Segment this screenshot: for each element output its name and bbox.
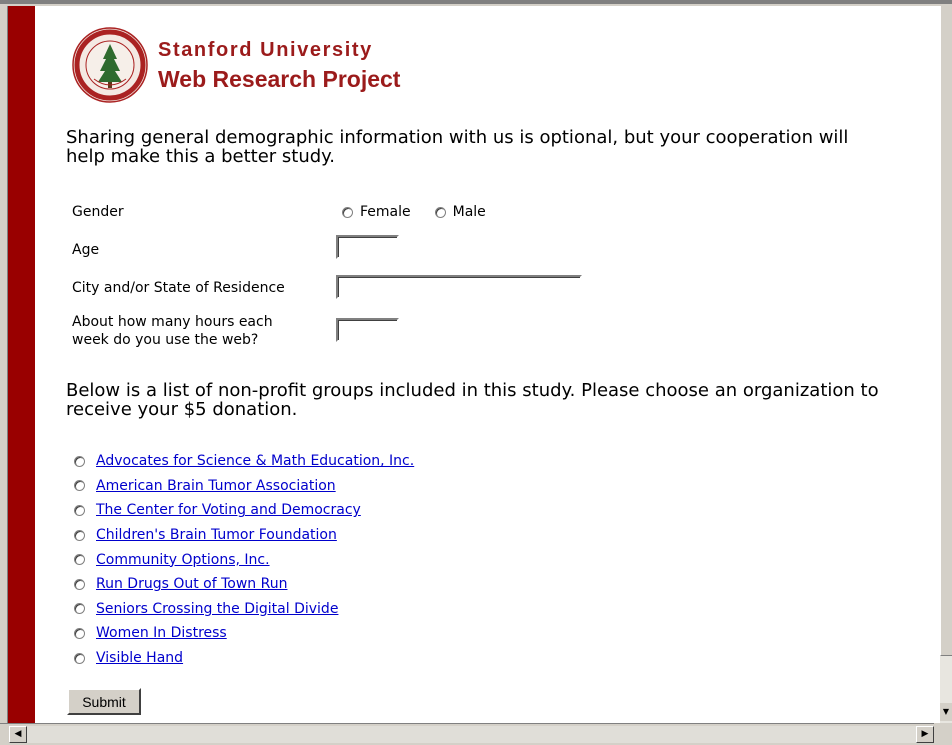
gender-female-label: Female <box>360 204 411 220</box>
organization-list: Advocates for Science & Math Education, … <box>74 449 414 670</box>
organization-link[interactable]: Community Options, Inc. <box>96 552 270 568</box>
list-item: The Center for Voting and Democracy <box>74 498 414 523</box>
list-item: Community Options, Inc. <box>74 547 414 572</box>
organization-radio[interactable] <box>74 529 85 541</box>
list-item: Visible Hand <box>74 646 414 671</box>
scroll-left-arrow-icon[interactable]: ◀ <box>9 726 27 743</box>
list-item: Advocates for Science & Math Education, … <box>74 449 414 474</box>
organization-link[interactable]: Visible Hand <box>96 650 183 666</box>
organization-radio[interactable] <box>74 627 85 639</box>
organization-link[interactable]: Children's Brain Tumor Foundation <box>96 527 337 543</box>
age-input[interactable] <box>336 235 399 259</box>
city-state-label: City and/or State of Residence <box>72 280 285 296</box>
vertical-scrollbar[interactable]: ▼ <box>940 6 952 723</box>
web-hours-input[interactable] <box>336 318 399 342</box>
list-item: Children's Brain Tumor Foundation <box>74 523 414 548</box>
submit-button[interactable]: Submit <box>67 688 141 715</box>
list-item: Run Drugs Out of Town Run <box>74 572 414 597</box>
organization-radio[interactable] <box>74 554 85 566</box>
gender-radio-group: Female Male <box>342 204 510 220</box>
list-item: Seniors Crossing the Digital Divide <box>74 597 414 622</box>
window-left-border <box>0 6 8 745</box>
organization-radio[interactable] <box>74 652 85 664</box>
web-hours-label-line1: About how many hours each <box>72 314 273 330</box>
list-item: Women In Distress <box>74 621 414 646</box>
organization-radio[interactable] <box>74 603 85 615</box>
horizontal-scroll-track[interactable] <box>27 726 916 743</box>
horizontal-scrollbar[interactable]: ◀ ▶ <box>0 723 952 745</box>
organization-radio[interactable] <box>74 504 85 516</box>
organizations-intro-text: Below is a list of non-profit groups inc… <box>66 380 879 420</box>
organization-radio[interactable] <box>74 578 85 590</box>
web-hours-label: About how many hours each week do you us… <box>72 313 273 349</box>
organization-link[interactable]: Women In Distress <box>96 625 227 641</box>
stanford-seal-icon <box>72 27 148 103</box>
city-state-input[interactable] <box>336 275 582 299</box>
organization-link[interactable]: The Center for Voting and Democracy <box>96 502 361 518</box>
accent-sidebar <box>8 6 35 723</box>
organization-link[interactable]: American Brain Tumor Association <box>96 478 336 494</box>
gender-label: Gender <box>72 204 124 220</box>
vertical-scroll-thumb[interactable] <box>940 6 952 656</box>
list-item: American Brain Tumor Association <box>74 474 414 499</box>
organization-radio[interactable] <box>74 480 85 492</box>
gender-female-radio[interactable] <box>342 206 353 218</box>
scroll-right-arrow-icon[interactable]: ▶ <box>916 726 934 743</box>
demographics-intro-text: Sharing general demographic information … <box>66 127 849 167</box>
window-top-border <box>0 0 952 6</box>
organization-link[interactable]: Advocates for Science & Math Education, … <box>96 453 414 469</box>
age-label: Age <box>72 242 100 258</box>
stanford-logo: Stanford University Web Research Project <box>72 27 427 103</box>
organization-link[interactable]: Run Drugs Out of Town Run <box>96 576 287 592</box>
scrollbar-corner <box>934 723 952 745</box>
gender-male-radio[interactable] <box>434 206 446 218</box>
web-hours-label-line2: week do you use the web? <box>72 332 259 348</box>
organization-link[interactable]: Seniors Crossing the Digital Divide <box>96 601 338 617</box>
brand-project-name: Web Research Project <box>158 66 401 92</box>
organization-radio[interactable] <box>74 455 85 467</box>
brand-university-name: Stanford University <box>158 39 373 61</box>
scroll-down-arrow-icon[interactable]: ▼ <box>940 703 952 721</box>
gender-male-label: Male <box>452 204 486 220</box>
